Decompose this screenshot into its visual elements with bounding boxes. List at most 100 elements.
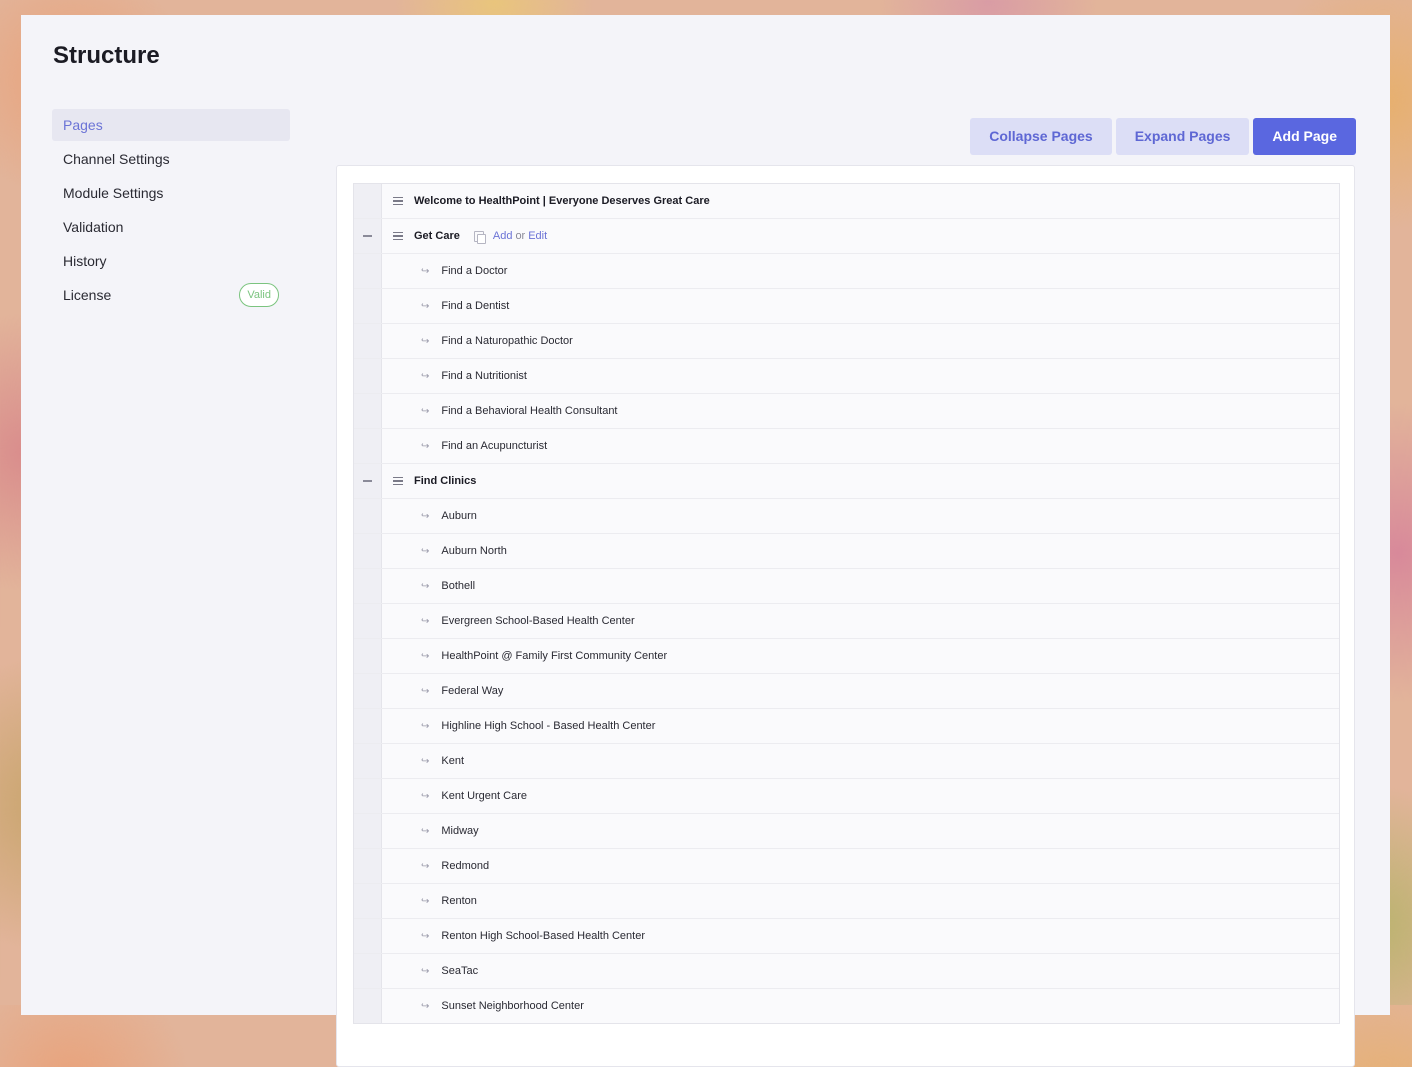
- child-arrow-icon: ↪: [421, 650, 430, 662]
- child-arrow-icon: ↪: [421, 615, 430, 627]
- page-label[interactable]: Kent: [441, 755, 464, 767]
- page-label[interactable]: Highline High School - Based Health Cent…: [441, 720, 655, 732]
- child-arrow-icon: ↪: [421, 790, 430, 802]
- child-arrow-icon: ↪: [421, 685, 430, 697]
- tree-row-child[interactable]: ↪ Bothell: [354, 569, 1339, 604]
- edit-link[interactable]: Edit: [528, 230, 547, 242]
- page-label[interactable]: Find Clinics: [414, 475, 476, 487]
- page-toolbar: Collapse Pages Expand Pages Add Page: [970, 118, 1356, 155]
- sidebar-item-validation[interactable]: Validation: [52, 211, 290, 243]
- tree-gutter: [354, 394, 382, 428]
- tree-gutter: [354, 674, 382, 708]
- page-label[interactable]: Midway: [441, 825, 478, 837]
- page-tree: Welcome to HealthPoint | Everyone Deserv…: [353, 183, 1340, 1024]
- page-label[interactable]: Find a Behavioral Health Consultant: [441, 405, 617, 417]
- tree-gutter: [354, 429, 382, 463]
- child-arrow-icon: ↪: [421, 755, 430, 767]
- tree-row-child[interactable]: ↪ Find a Naturopathic Doctor: [354, 324, 1339, 359]
- page-label[interactable]: SeaTac: [441, 965, 478, 977]
- add-link[interactable]: Add: [493, 230, 513, 242]
- tree-row-child[interactable]: ↪ Sunset Neighborhood Center: [354, 989, 1339, 1023]
- tree-row-child[interactable]: ↪ SeaTac: [354, 954, 1339, 989]
- sidebar-item-history[interactable]: History: [52, 245, 290, 277]
- page-label[interactable]: Auburn North: [441, 545, 506, 557]
- tree-row-top[interactable]: Welcome to HealthPoint | Everyone Deserv…: [354, 184, 1339, 219]
- page-label[interactable]: Sunset Neighborhood Center: [441, 1000, 583, 1012]
- page-title: Structure: [53, 42, 160, 69]
- child-arrow-icon: ↪: [421, 510, 430, 522]
- drag-handle-icon[interactable]: [393, 195, 403, 208]
- structure-panel: Structure Pages Channel Settings Module …: [21, 15, 1390, 1067]
- tree-row-top[interactable]: Find Clinics: [354, 464, 1339, 499]
- page-label[interactable]: Kent Urgent Care: [441, 790, 527, 802]
- collapse-minus-icon[interactable]: [363, 235, 372, 237]
- tree-row-child[interactable]: ↪ Renton: [354, 884, 1339, 919]
- tree-row-child[interactable]: ↪ Midway: [354, 814, 1339, 849]
- tree-gutter: [354, 919, 382, 953]
- collapse-minus-icon[interactable]: [363, 480, 372, 482]
- tree-gutter: [354, 779, 382, 813]
- page-label[interactable]: Find a Doctor: [441, 265, 507, 277]
- sidebar-item-module-settings[interactable]: Module Settings: [52, 177, 290, 209]
- collapse-pages-button[interactable]: Collapse Pages: [970, 118, 1112, 155]
- page-label[interactable]: Federal Way: [441, 685, 503, 697]
- tree-gutter: [354, 884, 382, 918]
- tree-row-child[interactable]: ↪ Auburn North: [354, 534, 1339, 569]
- tree-gutter: [354, 184, 382, 218]
- child-arrow-icon: ↪: [421, 860, 430, 872]
- tree-row-child[interactable]: ↪ Find a Dentist: [354, 289, 1339, 324]
- tree-row-child[interactable]: ↪ Find an Acupuncturist: [354, 429, 1339, 464]
- page-label[interactable]: Redmond: [441, 860, 489, 872]
- tree-gutter: [354, 359, 382, 393]
- tree-gutter: [354, 499, 382, 533]
- tree-row-top[interactable]: Get Care Add or Edit: [354, 219, 1339, 254]
- expand-pages-button[interactable]: Expand Pages: [1115, 118, 1250, 155]
- child-arrow-icon: ↪: [421, 580, 430, 592]
- page-label[interactable]: Find a Naturopathic Doctor: [441, 335, 572, 347]
- page-label[interactable]: Bothell: [441, 580, 475, 592]
- sidebar-item-pages[interactable]: Pages: [52, 109, 290, 141]
- page-label[interactable]: Find a Nutritionist: [441, 370, 527, 382]
- child-arrow-icon: ↪: [421, 335, 430, 347]
- sidebar-item-label: License: [63, 287, 112, 303]
- tree-gutter: [354, 289, 382, 323]
- child-arrow-icon: ↪: [421, 965, 430, 977]
- page-label[interactable]: Renton: [441, 895, 476, 907]
- page-label[interactable]: Auburn: [441, 510, 476, 522]
- tree-gutter: [354, 954, 382, 988]
- child-arrow-icon: ↪: [421, 440, 430, 452]
- tree-row-child[interactable]: ↪ Renton High School-Based Health Center: [354, 919, 1339, 954]
- tree-row-child[interactable]: ↪ Kent Urgent Care: [354, 779, 1339, 814]
- tree-row-child[interactable]: ↪ Highline High School - Based Health Cen…: [354, 709, 1339, 744]
- child-arrow-icon: ↪: [421, 930, 430, 942]
- drag-handle-icon[interactable]: [393, 230, 403, 243]
- tree-gutter: [354, 569, 382, 603]
- tree-row-child[interactable]: ↪ HealthPoint @ Family First Community Ce…: [354, 639, 1339, 674]
- page-label[interactable]: HealthPoint @ Family First Community Cen…: [441, 650, 667, 662]
- tree-row-child[interactable]: ↪ Evergreen School-Based Health Center: [354, 604, 1339, 639]
- sidebar-item-license[interactable]: License Valid: [52, 279, 290, 311]
- tree-gutter: [354, 324, 382, 358]
- page-label[interactable]: Find a Dentist: [441, 300, 509, 312]
- tree-row-child[interactable]: ↪ Federal Way: [354, 674, 1339, 709]
- tree-row-child[interactable]: ↪ Find a Nutritionist: [354, 359, 1339, 394]
- or-separator: or: [515, 230, 526, 242]
- tree-row-child[interactable]: ↪ Find a Doctor: [354, 254, 1339, 289]
- copy-icon[interactable]: [473, 230, 486, 244]
- drag-handle-icon[interactable]: [393, 475, 403, 488]
- sidebar-item-channel-settings[interactable]: Channel Settings: [52, 143, 290, 175]
- sidebar-nav: Pages Channel Settings Module Settings V…: [52, 109, 290, 313]
- page-label[interactable]: Evergreen School-Based Health Center: [441, 615, 634, 627]
- tree-row-child[interactable]: ↪ Auburn: [354, 499, 1339, 534]
- add-page-button[interactable]: Add Page: [1253, 118, 1356, 155]
- tree-gutter: [354, 254, 382, 288]
- tree-row-child[interactable]: ↪ Kent: [354, 744, 1339, 779]
- tree-gutter: [354, 534, 382, 568]
- page-label[interactable]: Find an Acupuncturist: [441, 440, 547, 452]
- page-label[interactable]: Get Care: [414, 230, 460, 242]
- tree-row-child[interactable]: ↪ Redmond: [354, 849, 1339, 884]
- tree-row-child[interactable]: ↪ Find a Behavioral Health Consultant: [354, 394, 1339, 429]
- page-label[interactable]: Renton High School-Based Health Center: [441, 930, 645, 942]
- child-arrow-icon: ↪: [421, 825, 430, 837]
- page-label[interactable]: Welcome to HealthPoint | Everyone Deserv…: [414, 195, 710, 207]
